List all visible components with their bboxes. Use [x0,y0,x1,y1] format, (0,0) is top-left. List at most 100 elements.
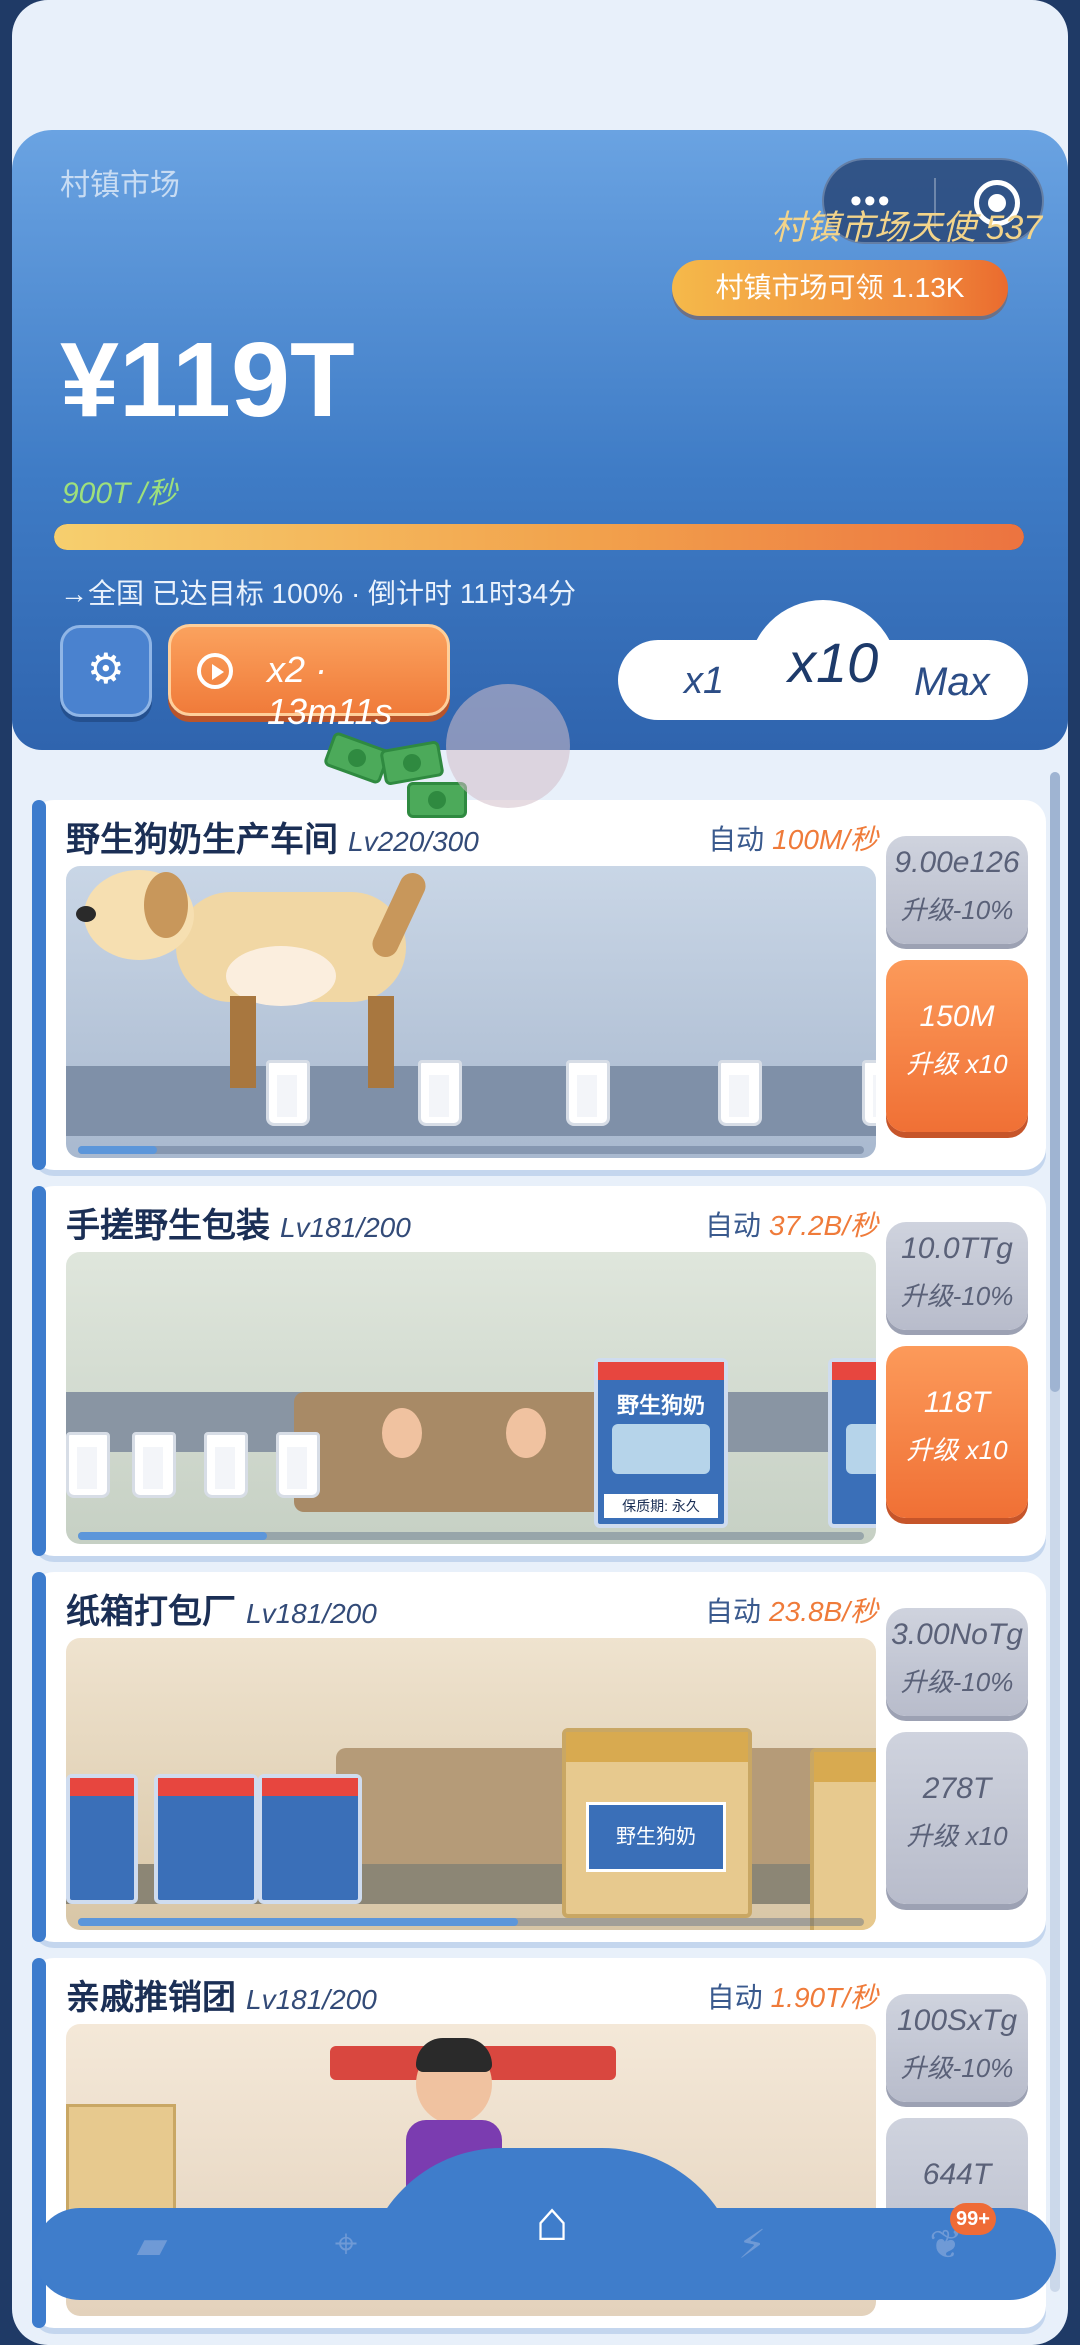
milk-carton [258,1774,362,1904]
boost-label: x2 · 13m11s [267,649,393,732]
card-title: 纸箱打包厂 Lv181/200 [66,1593,377,1631]
lightning-icon[interactable]: ⚡ [712,2222,792,2292]
dog-ear [144,872,188,938]
milk-carton: 野生狗奶 保质期: 永久 [594,1358,728,1528]
ad-boost-button[interactable]: x2 · 13m11s [168,624,450,732]
carton-top [262,1778,358,1796]
target-progress-bar [54,524,1024,550]
upgrade-cost: 100SxTg [896,2004,1018,2037]
upgrade-label: 升级-10% [900,2053,1014,2083]
income-rate: 900T /秒 [62,477,178,510]
market-name: 村镇市场 [60,169,180,202]
carton-picture [612,1424,710,1474]
market-header: 村镇市场 ••• 村镇市场天使 537 村镇市场可领 1.13K ¥119T 9… [12,130,1068,750]
upgrade-x10-label: 升级 x10 [906,1821,1008,1851]
touch-indicator [446,684,570,808]
upgrade-button[interactable]: 9.00e126 升级-10% [886,836,1028,944]
target-status: →全国 已达目标 100% · 倒计时 11时34分 [60,578,577,609]
carton-name: 野生狗奶 [616,1393,705,1418]
cardboard-box [66,2104,176,2224]
upgrade-x10-label: 升级 x10 [906,1435,1008,1465]
carton-top [158,1778,254,1796]
dog-leg [230,996,256,1088]
card-hand-packaging: 手搓野生包装Lv181/200 自动37.2B/秒 野生狗奶 保质期: 永久 [32,1186,1046,1556]
multiplier-max[interactable]: Max [914,660,990,705]
upgrade-x10-button[interactable]: 118T 升级 x10 [886,1346,1028,1518]
production-progress [78,1146,157,1154]
upgrade-x10-cost: 118T [923,1386,991,1419]
milk-cup [204,1432,248,1498]
gear-icon: ⚙ [87,645,125,692]
cardboard-box [810,1748,876,1930]
scene-packaging[interactable]: 野生狗奶 保质期: 永久 [66,1252,876,1544]
auto-rate: 自动 1.90T/秒 [706,1982,878,2013]
scrollbar-thumb[interactable] [1050,772,1060,1392]
bag-icon[interactable]: ▰ [112,2222,192,2292]
milk-cup [66,1432,110,1498]
money-bill [379,740,445,786]
auto-rate: 自动 37.2B/秒 [705,1210,878,1241]
card-stripe [32,800,46,1170]
carton-top [832,1362,876,1380]
upgrade-cost: 3.00NoTg [891,1618,1023,1651]
angel-count: 村镇市场天使 537 [772,209,1043,247]
upgrade-label: 升级-10% [900,1667,1014,1697]
upgrade-x10-cost: 150M [919,1000,995,1033]
card-stripe [32,1572,46,1942]
carton-picture [846,1424,876,1474]
money-total: ¥119T [60,321,355,439]
multiplier-selector: x1 x10 Max [618,600,1028,720]
card-level: Lv181/200 [246,1984,377,2015]
scrollbar[interactable] [1050,772,1060,2292]
upgrade-button[interactable]: 10.0TTg 升级-10% [886,1222,1028,1330]
upgrade-x10-label: 升级 x10 [906,1049,1008,1079]
upgrade-x10-button[interactable]: 278T 升级 x10 [886,1732,1028,1904]
upgrade-button[interactable]: 3.00NoTg 升级-10% [886,1608,1028,1716]
milk-cup [276,1432,320,1498]
multiplier-x10[interactable]: x10 [788,630,878,695]
upgrade-x10-cost: 278T [922,1772,992,1805]
card-carton-factory: 纸箱打包厂 Lv181/200 自动 23.8B/秒 野生狗奶 3.00NoTg 升… [32,1572,1046,1942]
play-icon [197,653,233,689]
money-bill [407,782,467,818]
claim-button[interactable]: 村镇市场可领 1.13K [672,260,1008,316]
card-stripe [32,1186,46,1556]
upgrade-x10-button[interactable]: 150M 升级 x10 [886,960,1028,1132]
hand [382,1408,422,1458]
settings-button[interactable]: ⚙ [60,625,152,717]
multiplier-x1[interactable]: x1 [684,660,724,703]
card-level: Lv181/200 [246,1598,377,1629]
salesman-hair [416,2038,492,2072]
factory-icon[interactable]: ⌂ [512,2188,592,2268]
milk-cup [862,1060,876,1126]
upgrade-cost: 9.00e126 [894,846,1020,879]
upgrade-label: 升级-10% [900,895,1014,925]
production-progress [78,1532,267,1540]
location-icon[interactable]: ⌖ [306,2222,386,2292]
milk-cup [718,1060,762,1126]
milk-carton [66,1774,138,1904]
cardboard-box: 野生狗奶 [562,1728,752,1918]
scene-dog-milking[interactable] [66,866,876,1158]
auto-rate: 自动 100M/秒 [708,824,878,855]
upgrade-x10-cost: 644T [922,2158,992,2191]
dog-nose [76,906,96,922]
milk-cup [132,1432,176,1498]
milk-cup [266,1060,310,1126]
upgrade-cost: 10.0TTg [901,1232,1013,1265]
crate-label: 野生狗奶 [586,1802,726,1872]
upgrade-button[interactable]: 100SxTg 升级-10% [886,1994,1028,2102]
card-title: 手搓野生包装 Lv181/200 [66,1207,411,1245]
milk-carton [154,1774,258,1904]
upgrade-label: 升级-10% [900,1281,1014,1311]
card-production-workshop: 野生狗奶生产车间 Lv220/300 自动 100M/秒 9.00e126 升级-1… [32,800,1046,1170]
hand [506,1408,546,1458]
carton-top [598,1362,724,1380]
milk-carton [828,1358,876,1528]
milk-cup [418,1060,462,1126]
milk-cup [566,1060,610,1126]
carton-top [70,1778,134,1796]
game-frame: 村镇市场 ••• 村镇市场天使 537 村镇市场可领 1.13K ¥119T 9… [12,0,1068,2345]
auto-rate: 自动 23.8B/秒 [705,1596,878,1627]
scene-box-packing[interactable]: 野生狗奶 [66,1638,876,1930]
